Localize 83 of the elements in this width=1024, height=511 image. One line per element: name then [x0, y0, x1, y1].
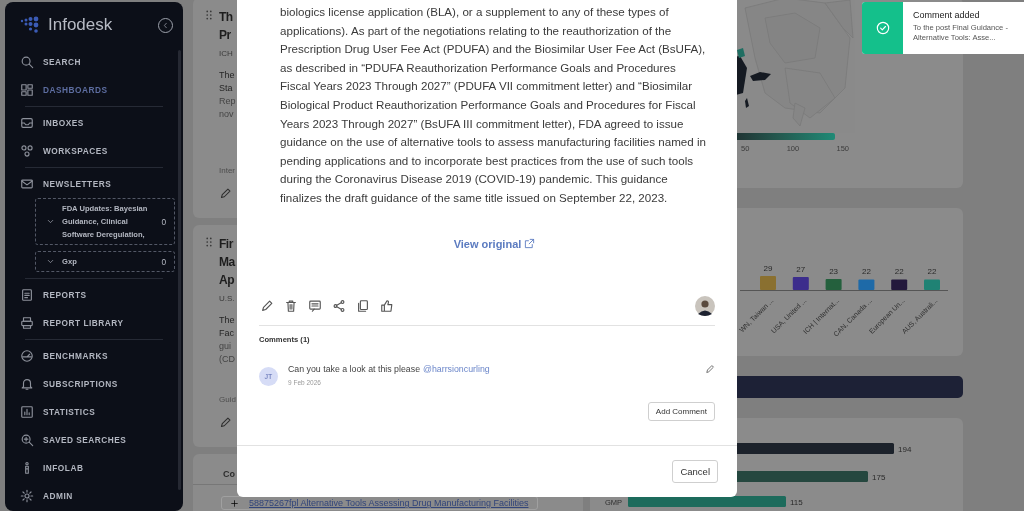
bar: [858, 279, 875, 290]
gauge-icon: [20, 349, 34, 363]
external-link-icon: [524, 238, 536, 250]
bar: [891, 279, 908, 290]
nav-item[interactable]: INBOXES: [43, 118, 84, 128]
comment-icon[interactable]: [308, 299, 322, 313]
nav-item[interactable]: STATISTICS: [43, 407, 96, 417]
inbox-icon: [20, 116, 34, 130]
view-original-link[interactable]: View original: [453, 237, 536, 250]
nav-item[interactable]: SAVED SEARCHES: [43, 435, 127, 445]
card-summary: Fac: [219, 327, 235, 340]
nav-item[interactable]: INFOLAB: [43, 463, 84, 473]
chevron-left-icon: [161, 20, 170, 30]
nav-item[interactable]: REPORT LIBRARY: [43, 318, 124, 328]
drag-handle-icon[interactable]: [205, 10, 213, 20]
tray-icon: [20, 316, 34, 330]
check-circle-icon: [875, 21, 890, 35]
bar-value: 29: [763, 264, 773, 274]
bar-value: 27: [796, 265, 806, 275]
card-summary: Rep: [219, 95, 236, 108]
card-source: ICH: [219, 49, 234, 58]
bar-value: 22: [861, 267, 871, 277]
toast-title: Comment added: [913, 10, 981, 20]
bar-value: 22: [927, 267, 937, 277]
bar-value: 115: [790, 498, 803, 507]
dashboard-icon: [20, 83, 34, 97]
card-summary: gui: [219, 340, 232, 353]
bar: [924, 279, 940, 290]
plus-icon[interactable]: [230, 498, 239, 508]
bar: [825, 278, 842, 290]
nav-item[interactable]: ADMIN: [43, 491, 73, 501]
card-title[interactable]: Pr: [219, 26, 236, 44]
copy-icon[interactable]: [356, 299, 370, 313]
pencil-icon[interactable]: [219, 416, 232, 429]
pencil-icon[interactable]: [260, 299, 274, 313]
card-title[interactable]: Th: [219, 8, 236, 26]
chevron-down-icon: [46, 217, 55, 226]
bar: [792, 277, 809, 290]
cancel-button[interactable]: Cancel: [672, 460, 718, 483]
bar-chart-icon: [20, 405, 34, 419]
add-comment-button[interactable]: Add Comment: [647, 402, 715, 421]
gear-icon: [20, 489, 34, 503]
nav-item[interactable]: BENCHMARKS: [43, 351, 108, 361]
nav-item[interactable]: DASHBOARDS: [43, 85, 108, 95]
search-icon: [20, 55, 34, 69]
chevron-down-icon: [46, 257, 55, 266]
card-summary: The: [219, 314, 236, 327]
card-summary: nov: [219, 108, 235, 121]
bar-value: 23: [829, 266, 839, 276]
item-count: 0: [161, 216, 166, 227]
bar-value: 194: [898, 445, 912, 454]
card-title[interactable]: Ap: [219, 271, 236, 289]
search-icon: [20, 433, 34, 447]
thumbs-up-icon[interactable]: [380, 299, 394, 313]
envelope-icon: [20, 177, 34, 191]
article-text: biologics license application (BLA), or a supplement to any of these types of applications). As part of the negotiations relating to the reauthorization of the Prescription Drug User Fee Act (PDUFA) and the Biosimilar User Fee Act (BsUFA), as described in “PDUFA Reauthorization Performance Goals and Procedures Fiscal Years 2023 Through 2027” (PDUFA VII commitment letter) and “Biosimilar Biological Product Reauthorization Performance Goals and Procedures for Fiscal Years 2023 Through 2027” (BsUFA III commitment letter), FDA agreed to issue guidance on the use of alternative tools to assess manufacturing facilities named in pending applications and to incorporate best practices from the use of such tools during the Coronavirus Disease 2019 (COVID-19) pandemic. This guidance finalizes the draft guidance of the same title issued on September 22, 2023.: [280, 4, 707, 206]
bar-value: 175: [872, 473, 886, 482]
card-summary: Sta: [219, 82, 234, 95]
pencil-icon[interactable]: [705, 364, 715, 374]
nav-item[interactable]: WORKSPACES: [43, 146, 108, 156]
document-icon: [20, 288, 34, 302]
nav-item[interactable]: SUBSCRIPTIONS: [43, 379, 118, 389]
bell-icon: [20, 377, 34, 391]
share-icon[interactable]: [332, 299, 346, 313]
user-avatar[interactable]: [695, 296, 715, 316]
nav-item[interactable]: REPORTS: [43, 290, 87, 300]
card-title[interactable]: Ma: [219, 253, 236, 271]
bar-value: 22: [894, 267, 904, 277]
comment-text: Can you take a look at this please @harrsioncurling: [288, 364, 491, 374]
nav-item[interactable]: NEWSLETTERS: [43, 179, 112, 189]
bar: [760, 276, 776, 290]
drag-handle-icon[interactable]: [205, 237, 213, 247]
card-title[interactable]: Fir: [219, 235, 236, 253]
brand-name: Infodesk: [48, 15, 114, 35]
card-summary: (CD: [219, 353, 236, 366]
card-source: U.S.: [219, 294, 236, 303]
mention-link[interactable]: @harrsioncurling: [423, 364, 490, 374]
trash-icon[interactable]: [284, 299, 298, 313]
item-count: 0: [161, 256, 166, 267]
card-summary: The: [219, 69, 236, 82]
pencil-icon[interactable]: [219, 187, 232, 200]
nav-item[interactable]: SEARCH: [43, 57, 82, 67]
workspaces-icon: [20, 144, 34, 158]
